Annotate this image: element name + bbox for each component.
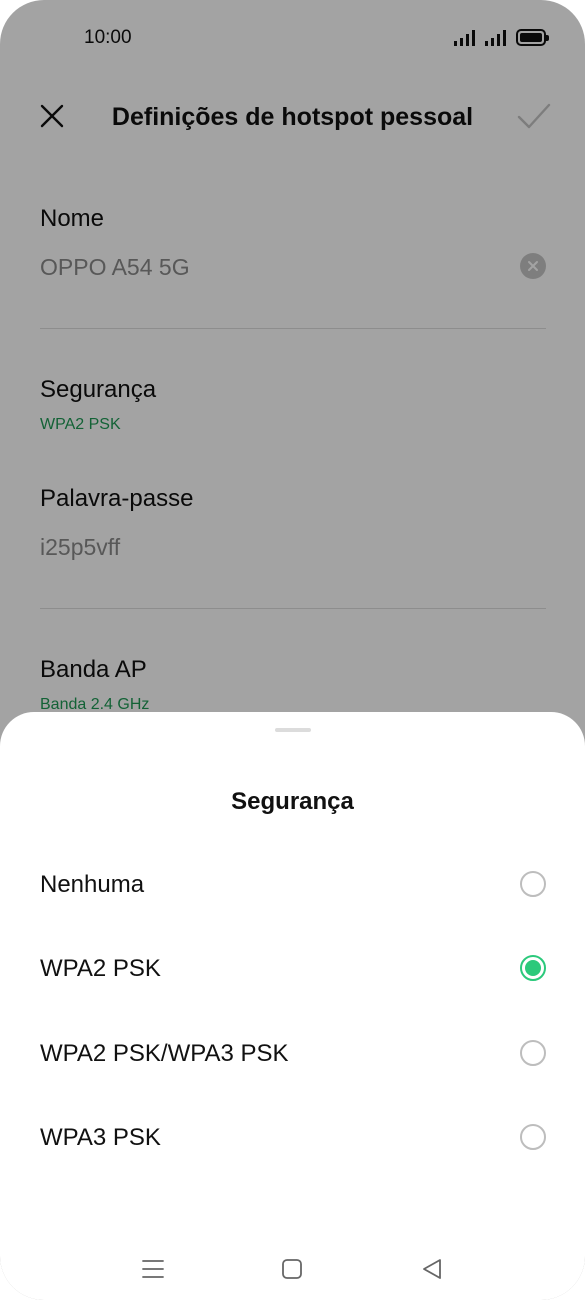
phone-screen: 10:00 Definições de hotspot pessoal Nome… [0, 0, 585, 1300]
back-button[interactable] [412, 1249, 452, 1289]
back-icon [423, 1259, 441, 1279]
sheet-title: Segurança [231, 788, 354, 815]
radio-button[interactable] [520, 1124, 546, 1150]
security-bottom-sheet: Segurança Nenhuma WPA2 PSK WPA2 PSK/WPA3… [0, 712, 585, 1300]
navigation-bar [0, 1249, 585, 1299]
radio-button-selected[interactable] [520, 955, 546, 981]
option-label: WPA2 PSK/WPA3 PSK [40, 1040, 289, 1067]
home-button[interactable] [272, 1249, 312, 1289]
option-label: Nenhuma [40, 871, 145, 898]
option-nenhuma[interactable]: Nenhuma [0, 842, 585, 926]
recents-button[interactable] [133, 1249, 173, 1289]
option-label: WPA2 PSK [40, 955, 161, 982]
menu-icon [142, 1260, 164, 1278]
drag-handle[interactable] [275, 728, 311, 732]
option-wpa2-wpa3-psk[interactable]: WPA2 PSK/WPA3 PSK [0, 1011, 585, 1095]
option-wpa2-psk[interactable]: WPA2 PSK [0, 926, 585, 1010]
radio-button[interactable] [520, 1040, 546, 1066]
option-label: WPA3 PSK [40, 1124, 161, 1151]
radio-button[interactable] [520, 871, 546, 897]
option-wpa3-psk[interactable]: WPA3 PSK [0, 1095, 585, 1179]
home-icon [282, 1259, 302, 1279]
